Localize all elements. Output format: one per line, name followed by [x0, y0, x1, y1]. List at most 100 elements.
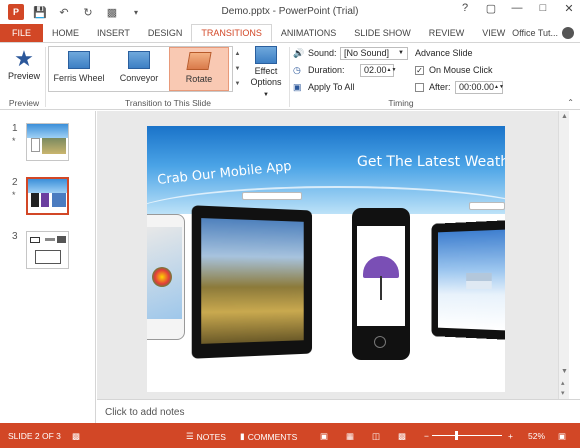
after-checkbox[interactable]: After: 00:00.00 ▲▼ [415, 80, 515, 94]
group-separator [289, 47, 290, 107]
effect-options-icon [255, 46, 277, 64]
tab-review[interactable]: REVIEW [420, 24, 474, 42]
tab-insert[interactable]: INSERT [88, 24, 139, 42]
sound-label: Sound: [308, 48, 337, 58]
preview-star-icon: ★ [14, 46, 34, 71]
advance-slide-group: Advance Slide ✓ On Mouse Click After: 00… [415, 46, 515, 97]
preview-button[interactable]: ★ Preview [6, 47, 42, 91]
zoom-out-icon[interactable]: − [424, 431, 429, 441]
phone-screen [357, 226, 405, 326]
comments-icon: ▮ [240, 431, 245, 441]
zoom-slider-thumb[interactable] [455, 431, 458, 440]
reading-view-icon[interactable]: ◫ [372, 431, 380, 442]
zoom-in-icon[interactable]: + [508, 431, 513, 441]
maximize-button[interactable]: □ [536, 2, 550, 15]
ribbon-tabs: FILE HOME INSERT DESIGN TRANSITIONS ANIM… [0, 24, 580, 43]
slide-thumbnail-selected[interactable] [26, 177, 69, 215]
conveyor-icon [128, 51, 150, 69]
thumbnail-row[interactable]: 3 [0, 231, 96, 281]
normal-view-icon[interactable]: ▣ [320, 431, 328, 442]
tab-slide-show[interactable]: SLIDE SHOW [345, 24, 420, 42]
thumbnail-shape [45, 238, 55, 241]
slide-indicator: SLIDE 2 OF 3 [8, 431, 61, 441]
ribbon-display-options-button[interactable]: ▢ [484, 2, 498, 15]
avatar[interactable] [562, 27, 574, 39]
spinner-icon[interactable]: ▲▼ [387, 67, 397, 73]
apply-to-all-button[interactable]: ▣ Apply To All [293, 80, 411, 94]
thumbnail-row[interactable]: 2 * [0, 177, 96, 227]
checkbox-checked-icon[interactable]: ✓ [415, 65, 424, 75]
notes-button[interactable]: ☰ NOTES [186, 431, 226, 442]
sound-dropdown[interactable]: [No Sound] ▼ [340, 46, 408, 60]
scroll-down-icon[interactable]: ▼ [235, 66, 241, 72]
house-graphic [466, 272, 492, 290]
checkbox-unchecked-icon[interactable] [415, 82, 424, 92]
duration-input[interactable]: 02.00 ▲▼ [360, 63, 397, 77]
slide-show-icon[interactable]: ▩ [398, 431, 406, 442]
slide-thumbnail[interactable] [26, 123, 69, 161]
duration-clock-icon: ◷ [293, 64, 301, 75]
transition-rotate[interactable]: Rotate [169, 47, 229, 91]
slide-number: 1 [12, 123, 18, 134]
zoom-slider[interactable] [432, 435, 502, 436]
tab-home[interactable]: HOME [43, 24, 88, 42]
transition-label: Rotate [185, 74, 213, 84]
after-time-input[interactable]: 00:00.00 ▲▼ [455, 80, 504, 94]
slide-sorter-icon[interactable]: ▦ [346, 431, 354, 442]
tab-file[interactable]: FILE [0, 24, 44, 42]
tab-design[interactable]: DESIGN [139, 24, 192, 42]
umbrella-icon [363, 256, 399, 278]
previous-slide-icon[interactable]: ▴ [561, 379, 565, 387]
spell-check-icon[interactable]: ▩ [72, 431, 80, 442]
transition-gallery: Ferris Wheel Conveyor Rotate [48, 46, 242, 92]
close-button[interactable]: ✕ [562, 2, 576, 15]
scroll-up-icon[interactable]: ▲ [561, 113, 568, 120]
tab-animations[interactable]: ANIMATIONS [272, 24, 345, 42]
account-area[interactable]: Office Tut... [512, 27, 574, 39]
next-slide-icon[interactable]: ▾ [561, 389, 565, 397]
thumbnail-phone [31, 138, 40, 152]
help-button[interactable]: ? [458, 2, 472, 15]
slide[interactable]: Crab Our Mobile App Get The Latest Weath… [147, 126, 505, 392]
group-separator [45, 47, 46, 107]
effect-options-button[interactable]: Effect Options ▼ [248, 46, 284, 101]
gallery-scroll[interactable]: ▲ ▼ ▼ [232, 46, 242, 92]
thumbnail-row[interactable]: 1 * [0, 123, 96, 173]
slide-indicator-text: SLIDE 2 OF 3 [8, 431, 61, 441]
thumbnail-umbrella [41, 193, 49, 207]
comments-button[interactable]: ▮ COMMENTS [240, 431, 297, 442]
tab-transitions[interactable]: TRANSITIONS [191, 24, 272, 42]
slide-thumbnail-pane: 1 * 2 * 3 [0, 111, 96, 423]
zoom-level[interactable]: 52% [528, 431, 545, 441]
fit-slide-icon[interactable]: ▣ [558, 431, 566, 442]
transition-conveyor[interactable]: Conveyor [109, 47, 169, 91]
on-mouse-click-checkbox[interactable]: ✓ On Mouse Click [415, 63, 515, 77]
effect-options-label: Effect [254, 66, 278, 76]
more-icon[interactable]: ▼ [235, 81, 241, 87]
ferris-wheel-icon [68, 51, 90, 69]
group-label-preview: Preview [8, 98, 40, 108]
notes-pane[interactable]: Click to add notes [97, 399, 580, 423]
account-name[interactable]: Office Tut... [512, 28, 558, 38]
flower-graphic [152, 267, 172, 287]
transition-marker: * [12, 190, 16, 200]
slide-thumbnail[interactable] [26, 231, 69, 269]
group-label-transition: Transition to This Slide [125, 98, 211, 108]
preview-label: Preview [7, 71, 40, 81]
transition-ferris-wheel[interactable]: Ferris Wheel [49, 47, 109, 91]
thumbnail-background [28, 179, 67, 193]
phone-screen [147, 227, 182, 319]
scroll-up-icon[interactable]: ▲ [235, 51, 241, 57]
collapse-ribbon-icon[interactable]: ⌃ [567, 98, 574, 107]
notes-placeholder: Click to add notes [105, 407, 185, 418]
scroll-down-icon[interactable]: ▼ [561, 368, 568, 375]
spinner-icon[interactable]: ▲▼ [494, 84, 504, 90]
tab-view[interactable]: VIEW [473, 24, 514, 42]
minimize-button[interactable]: — [510, 2, 524, 15]
advance-slide-label: Advance Slide [415, 48, 473, 58]
duration-value: 02.00 [364, 65, 387, 75]
vertical-scrollbar[interactable]: ▲ ▼ ▴ ▾ [558, 111, 569, 399]
group-label-timing: Timing [388, 98, 414, 108]
transition-marker: * [12, 136, 16, 146]
slide-number: 2 [12, 177, 18, 188]
